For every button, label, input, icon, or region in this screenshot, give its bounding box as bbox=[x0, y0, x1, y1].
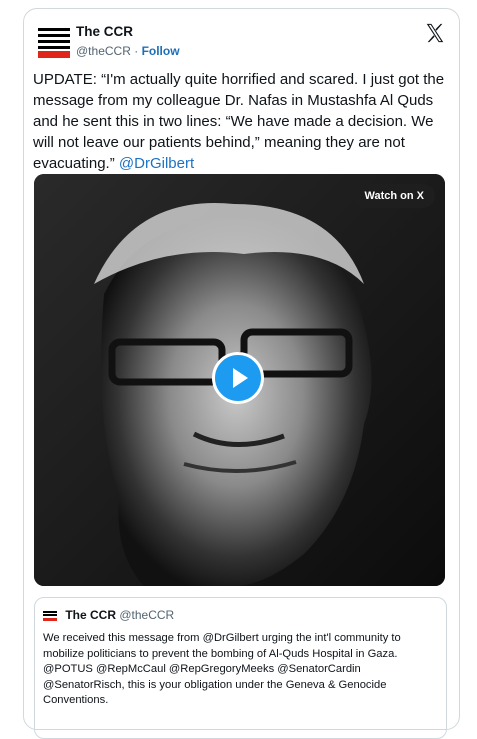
ccr-avatar[interactable] bbox=[38, 26, 70, 58]
tweet-text: UPDATE: “I'm actually quite horrified an… bbox=[33, 71, 445, 172]
quoted-author-handle: @theCCR bbox=[119, 608, 175, 622]
quoted-avatar bbox=[43, 610, 57, 621]
quoted-tweet-text: We received this message from @DrGilbert… bbox=[43, 632, 401, 707]
x-logo-icon[interactable] bbox=[424, 22, 446, 44]
tweet-header: The CCR @theCCR · Follow bbox=[33, 22, 449, 62]
quoted-author-name: The CCR bbox=[65, 608, 117, 622]
tweet-card: The CCR @theCCR · Follow UPDATE: “I'm ac… bbox=[23, 8, 460, 739]
author-info: The CCR @theCCR · Follow bbox=[76, 24, 180, 60]
author-handle-row: @theCCR · Follow bbox=[76, 42, 180, 60]
follow-button[interactable]: Follow bbox=[142, 44, 180, 58]
tweet-body: UPDATE: “I'm actually quite horrified an… bbox=[33, 69, 453, 174]
author-handle[interactable]: @theCCR bbox=[76, 44, 131, 58]
video-player[interactable]: Watch on X bbox=[34, 174, 445, 586]
dot-separator: · bbox=[134, 44, 139, 58]
play-icon bbox=[233, 368, 248, 388]
quoted-tweet[interactable]: The CCR @theCCR We received this message… bbox=[34, 597, 447, 739]
author-name[interactable]: The CCR bbox=[76, 24, 180, 40]
mention-link[interactable]: @DrGilbert bbox=[119, 155, 194, 172]
watch-on-x-button[interactable]: Watch on X bbox=[353, 184, 435, 208]
quoted-tweet-header: The CCR @theCCR bbox=[43, 608, 174, 622]
play-button[interactable] bbox=[212, 352, 264, 404]
